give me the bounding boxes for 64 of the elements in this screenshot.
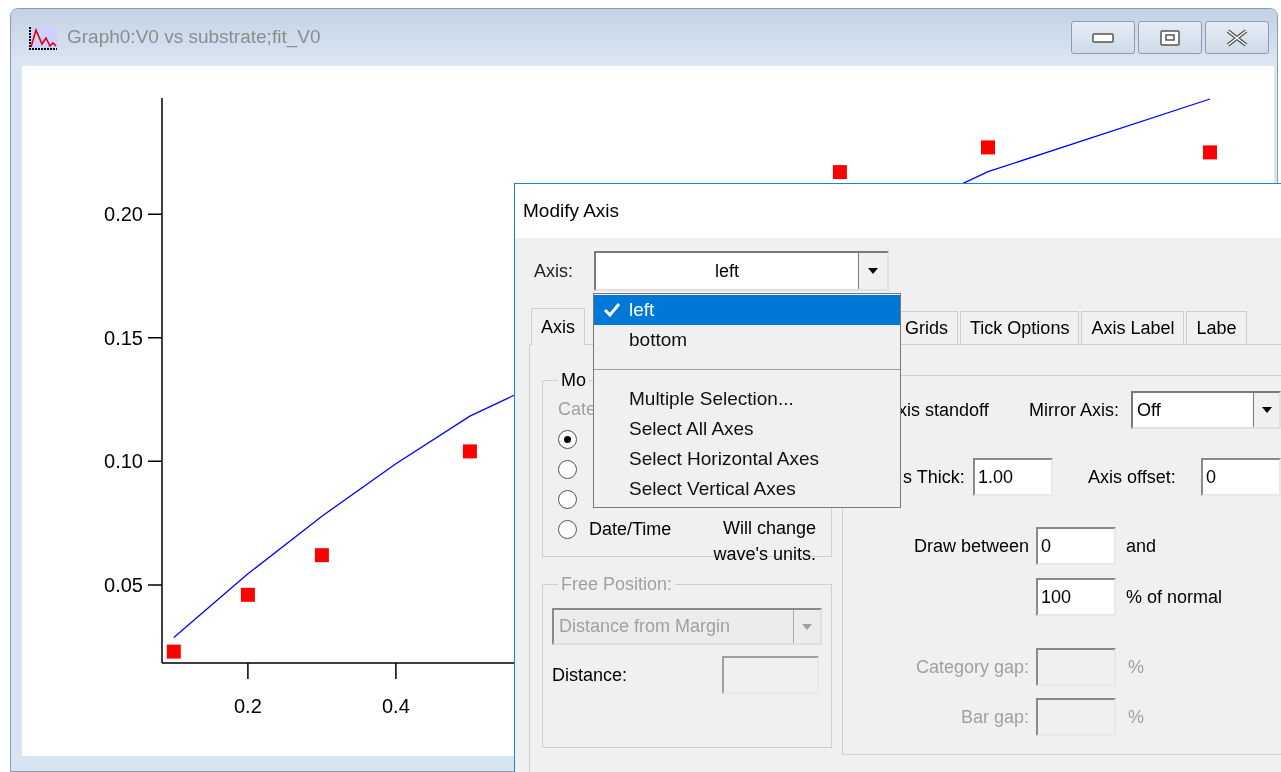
note-text: Will change wave's units.	[713, 517, 816, 566]
dropdown-value: Distance from Margin	[558, 615, 732, 638]
dropdown-value: Off	[1136, 398, 1162, 422]
field-label: Bar gap:	[959, 705, 1029, 729]
group-title: Free Position:	[560, 573, 674, 596]
axis-tick-label: 0.15	[104, 326, 143, 349]
menu-item[interactable]: Select Horizontal Axes	[594, 444, 900, 474]
mirror-axis-dropdown[interactable]: Off	[1131, 391, 1281, 429]
thickness-field[interactable]: 1.00	[973, 458, 1053, 496]
field-label: Axis offset:	[1088, 465, 1177, 489]
axis-tick-label: 0.05	[104, 573, 143, 596]
axis-tick-label: 0.10	[104, 450, 143, 473]
field-label: Category gap:	[914, 655, 1029, 679]
data-point	[462, 444, 477, 459]
maximize-icon	[1160, 29, 1180, 46]
axis-tick-label: 0.2	[234, 695, 262, 717]
field-label: and	[1126, 534, 1157, 558]
tab[interactable]: Axis	[531, 308, 585, 345]
tab[interactable]: Tick Options	[960, 311, 1080, 344]
radio-label: Date/Time	[589, 518, 672, 541]
axis-dropdown[interactable]: left	[594, 251, 889, 291]
axis-tick-label: 0.4	[382, 695, 410, 717]
radio-button[interactable]	[558, 430, 577, 449]
dialog-title: Modify Axis	[523, 198, 620, 223]
group-title: Mo	[560, 369, 587, 392]
field-label: Distance:	[552, 663, 629, 687]
to-field[interactable]: 100	[1036, 578, 1116, 616]
radio-button[interactable]	[558, 520, 577, 539]
graph-icon	[28, 25, 58, 50]
axis-tick-label: 0.20	[104, 203, 143, 226]
menu-item[interactable]: Multiple Selection...	[594, 384, 900, 414]
minimize-button[interactable]	[1071, 21, 1135, 54]
maximize-button[interactable]	[1138, 21, 1202, 54]
data-point	[832, 165, 847, 180]
checkmark-icon	[602, 302, 621, 318]
field-label: Draw between	[912, 534, 1029, 558]
window-title: Graph0:V0 vs substrate;fit_V0	[67, 25, 321, 50]
field-label: s Thick:	[903, 465, 966, 489]
tab[interactable]: Labe	[1186, 311, 1247, 344]
field-label: Mirror Axis:	[1029, 398, 1120, 422]
close-icon	[1224, 28, 1250, 47]
menu-item[interactable]: left	[594, 295, 900, 325]
axis-label: Axis:	[534, 259, 574, 283]
gap-field[interactable]	[1036, 648, 1116, 686]
offset-field[interactable]: 0	[1201, 458, 1281, 496]
field-label: %	[1128, 705, 1144, 729]
gap-field[interactable]	[1036, 698, 1116, 736]
radio-button[interactable]	[558, 460, 577, 479]
data-point	[314, 548, 329, 563]
menu-item[interactable]: Select All Axes	[594, 414, 900, 444]
menu-item[interactable]: Select Vertical Axes	[594, 474, 900, 504]
data-point	[240, 587, 255, 602]
data-point	[166, 644, 181, 659]
distance-field[interactable]	[722, 656, 819, 694]
field-label: %	[1128, 655, 1144, 679]
radio-button[interactable]	[558, 490, 577, 509]
tab[interactable]: Axis Label	[1081, 311, 1185, 344]
dropdown-value: left	[714, 260, 740, 283]
close-button[interactable]	[1205, 21, 1269, 54]
data-point	[1203, 145, 1217, 160]
data-point	[981, 140, 995, 155]
field-label: % of normal	[1126, 585, 1223, 609]
from-field[interactable]: 0	[1036, 527, 1116, 565]
minimize-icon	[1092, 32, 1114, 43]
